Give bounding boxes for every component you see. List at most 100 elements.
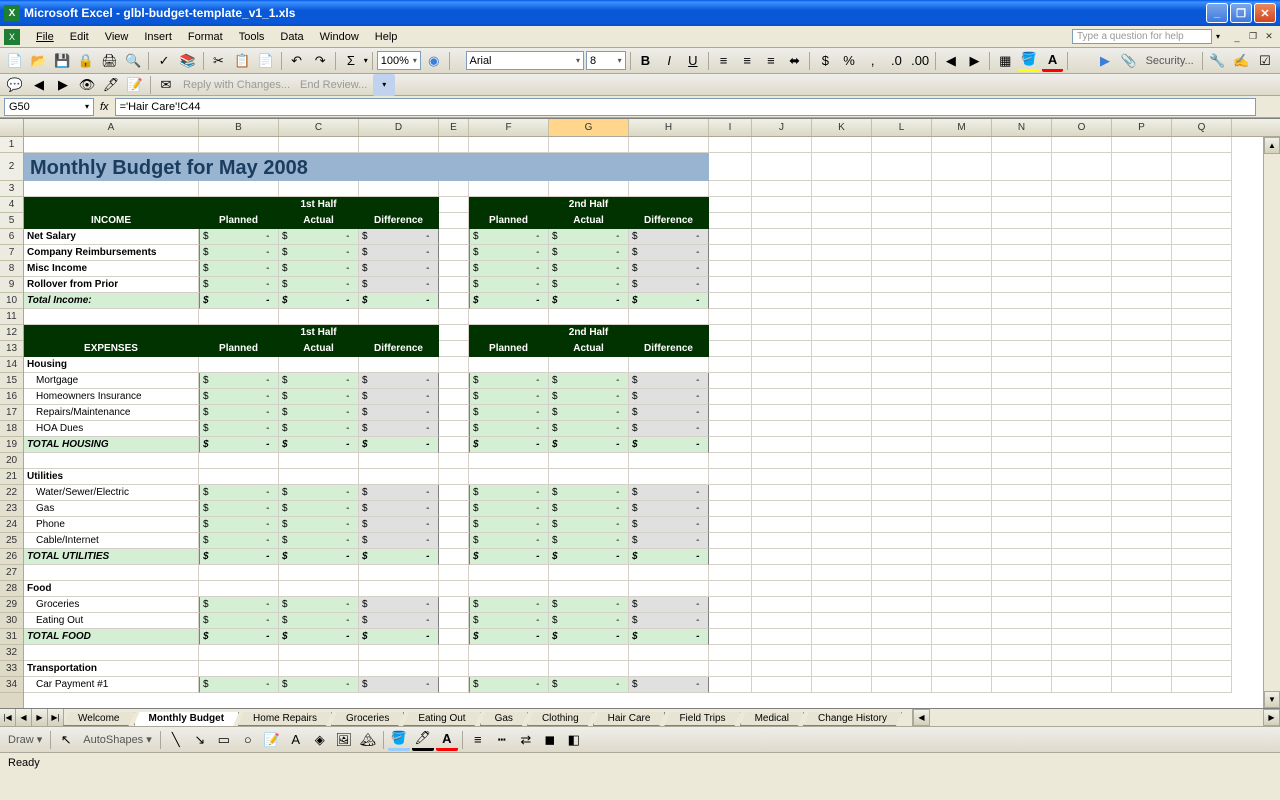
- send-icon[interactable]: ▶: [1094, 50, 1116, 72]
- horizontal-scrollbar[interactable]: ◀ ▶: [912, 709, 1280, 726]
- reply-changes-button[interactable]: Reply with Changes...: [179, 79, 294, 91]
- autoshapes-menu[interactable]: AutoShapes ▾: [79, 733, 156, 746]
- zoom-combo[interactable]: 100%▾: [377, 51, 421, 70]
- scroll-down-icon[interactable]: ▼: [1264, 691, 1280, 708]
- line-color-icon[interactable]: 🖊: [412, 729, 434, 751]
- oval-icon[interactable]: ○: [237, 729, 259, 751]
- print-icon[interactable]: 🖨: [99, 50, 121, 72]
- help-dropdown-icon[interactable]: ▾: [1216, 32, 1220, 41]
- vertical-scrollbar[interactable]: ▲ ▼: [1263, 137, 1280, 708]
- cells-area[interactable]: Monthly Budget for May 20081st Half2nd H…: [24, 137, 1280, 708]
- col-header-O[interactable]: O: [1052, 119, 1112, 136]
- menu-file[interactable]: File: [28, 29, 62, 45]
- borders-icon[interactable]: ▦: [994, 50, 1016, 72]
- sheet-tab-change-history[interactable]: Change History: [803, 712, 902, 726]
- clipart-icon[interactable]: 🖼: [333, 729, 355, 751]
- col-header-Q[interactable]: Q: [1172, 119, 1232, 136]
- sign-icon[interactable]: ✍: [1230, 50, 1252, 72]
- comment-next-icon[interactable]: ▶: [52, 74, 74, 96]
- sheet-tab-groceries[interactable]: Groceries: [331, 712, 404, 726]
- decrease-indent-icon[interactable]: ◀: [940, 50, 962, 72]
- help-icon[interactable]: ◉: [423, 50, 445, 72]
- scroll-up-icon[interactable]: ▲: [1264, 137, 1280, 154]
- close-button[interactable]: ✕: [1254, 3, 1276, 23]
- menu-tools[interactable]: Tools: [231, 29, 273, 45]
- ink-icon[interactable]: 🖊: [100, 74, 122, 96]
- align-left-icon[interactable]: ≡: [713, 50, 735, 72]
- maximize-button[interactable]: ❐: [1230, 3, 1252, 23]
- spreadsheet-grid[interactable]: ABCDEFGHIJKLMNOPQ 1234567891011121314151…: [0, 118, 1280, 708]
- research-icon[interactable]: 📚: [177, 50, 199, 72]
- cut-icon[interactable]: ✂: [208, 50, 230, 72]
- col-header-H[interactable]: H: [629, 119, 709, 136]
- undo-icon[interactable]: ↶: [286, 50, 308, 72]
- permission-icon[interactable]: 🔒: [75, 50, 97, 72]
- track-icon[interactable]: 📝: [124, 74, 146, 96]
- menu-view[interactable]: View: [97, 29, 137, 45]
- sheet-tab-welcome[interactable]: Welcome: [63, 712, 135, 726]
- align-center-icon[interactable]: ≡: [736, 50, 758, 72]
- row-headers[interactable]: 1234567891011121314151617181920212223242…: [0, 137, 24, 708]
- col-header-M[interactable]: M: [932, 119, 992, 136]
- col-header-L[interactable]: L: [872, 119, 932, 136]
- percent-icon[interactable]: %: [838, 50, 860, 72]
- autosum-icon[interactable]: Σ: [340, 50, 362, 72]
- arrow-style-icon[interactable]: ⇄: [515, 729, 537, 751]
- col-header-F[interactable]: F: [469, 119, 549, 136]
- col-header-D[interactable]: D: [359, 119, 439, 136]
- italic-icon[interactable]: I: [658, 50, 680, 72]
- autosum-dropdown-icon[interactable]: ▾: [364, 56, 368, 65]
- sheet-tab-monthly-budget[interactable]: Monthly Budget: [134, 712, 240, 726]
- tab-last-icon[interactable]: ▶|: [48, 709, 64, 726]
- sheet-tab-gas[interactable]: Gas: [480, 712, 528, 726]
- menu-window[interactable]: Window: [312, 29, 367, 45]
- save-icon[interactable]: 💾: [51, 50, 73, 72]
- currency-icon[interactable]: $: [814, 50, 836, 72]
- sheet-tab-home-repairs[interactable]: Home Repairs: [238, 712, 332, 726]
- font-size-combo[interactable]: 8▾: [586, 51, 626, 70]
- select-objects-icon[interactable]: ↖: [55, 729, 77, 751]
- dash-style-icon[interactable]: ┅: [491, 729, 513, 751]
- col-header-J[interactable]: J: [752, 119, 812, 136]
- copy-icon[interactable]: 📋: [231, 50, 253, 72]
- arrow-icon[interactable]: ↘: [189, 729, 211, 751]
- menu-help[interactable]: Help: [367, 29, 406, 45]
- fill-color-draw-icon[interactable]: 🪣: [388, 729, 410, 751]
- increase-indent-icon[interactable]: ▶: [964, 50, 986, 72]
- comment-show-icon[interactable]: 👁: [76, 74, 98, 96]
- col-header-C[interactable]: C: [279, 119, 359, 136]
- col-header-A[interactable]: A: [24, 119, 199, 136]
- print-preview-icon[interactable]: 🔍: [123, 50, 145, 72]
- bold-icon[interactable]: B: [635, 50, 657, 72]
- col-header-G[interactable]: G: [549, 119, 629, 136]
- menu-insert[interactable]: Insert: [136, 29, 180, 45]
- app-icon[interactable]: X: [4, 29, 20, 45]
- help-search-input[interactable]: Type a question for help: [1072, 29, 1212, 44]
- menu-data[interactable]: Data: [272, 29, 311, 45]
- select-all-corner[interactable]: [0, 119, 24, 136]
- align-right-icon[interactable]: ≡: [760, 50, 782, 72]
- doc-close-button[interactable]: ✕: [1262, 30, 1276, 44]
- shadow-icon[interactable]: ◼: [539, 729, 561, 751]
- line-icon[interactable]: ╲: [165, 729, 187, 751]
- column-headers[interactable]: ABCDEFGHIJKLMNOPQ: [0, 119, 1280, 137]
- line-style-icon[interactable]: ≡: [467, 729, 489, 751]
- 3d-icon[interactable]: ◧: [563, 729, 585, 751]
- security-button[interactable]: Security...: [1142, 55, 1198, 67]
- paste-icon[interactable]: 📄: [255, 50, 277, 72]
- scroll-right-icon[interactable]: ▶: [1263, 709, 1280, 726]
- new-icon[interactable]: 📄: [4, 50, 26, 72]
- toolbar-options-icon[interactable]: ▾: [373, 74, 395, 96]
- diagram-icon[interactable]: ◈: [309, 729, 331, 751]
- increase-decimal-icon[interactable]: .0: [886, 50, 908, 72]
- menu-edit[interactable]: Edit: [62, 29, 97, 45]
- open-icon[interactable]: 📂: [28, 50, 50, 72]
- picture-icon[interactable]: 🏔: [357, 729, 379, 751]
- scroll-left-icon[interactable]: ◀: [913, 709, 930, 726]
- sheet-tab-clothing[interactable]: Clothing: [527, 712, 594, 726]
- textbox-icon[interactable]: 📝: [261, 729, 283, 751]
- sheet-tab-medical[interactable]: Medical: [740, 712, 804, 726]
- font-combo[interactable]: Arial▾: [466, 51, 585, 70]
- name-box[interactable]: G50▾: [4, 98, 94, 116]
- comment-new-icon[interactable]: 💬: [4, 74, 26, 96]
